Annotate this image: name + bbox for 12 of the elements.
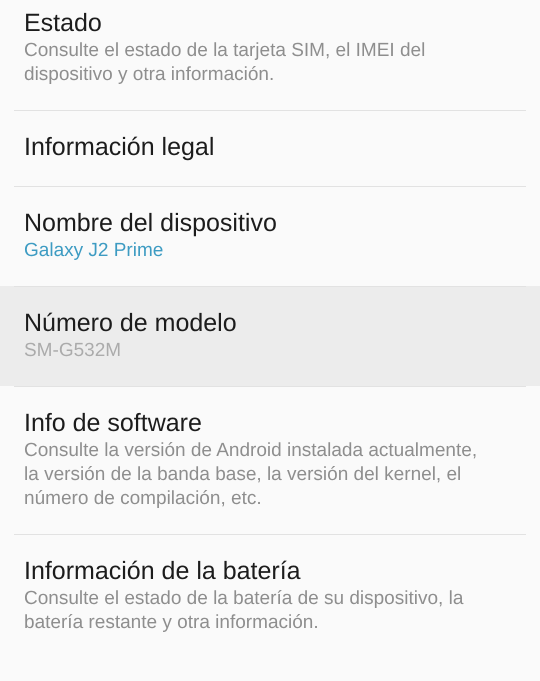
item-title: Estado xyxy=(24,8,103,39)
item-title: Nombre del dispositivo xyxy=(24,208,278,239)
item-title: Número de modelo xyxy=(24,308,238,339)
item-summary: Consulte el estado de la batería de su dispositivo, la batería restante y otra información. xyxy=(24,587,464,635)
item-summary: Consulte el estado de la tarjeta SIM, el IMEI del dispositivo y otra información. xyxy=(24,39,426,87)
item-summary: Galaxy J2 Prime xyxy=(24,239,164,263)
item-title: Información legal xyxy=(24,132,216,163)
item-summary: Consulte la versión de Android instalada actualmente, la versión de la banda base, la versión del kernel, el número de compilación, etc. xyxy=(24,439,478,511)
settings-item[interactable]: Número de modelo SM-G532M xyxy=(0,286,540,386)
item-title: Información de la batería xyxy=(24,556,302,587)
item-summary: SM-G532M xyxy=(24,339,122,363)
item-title: Info de software xyxy=(24,408,203,439)
